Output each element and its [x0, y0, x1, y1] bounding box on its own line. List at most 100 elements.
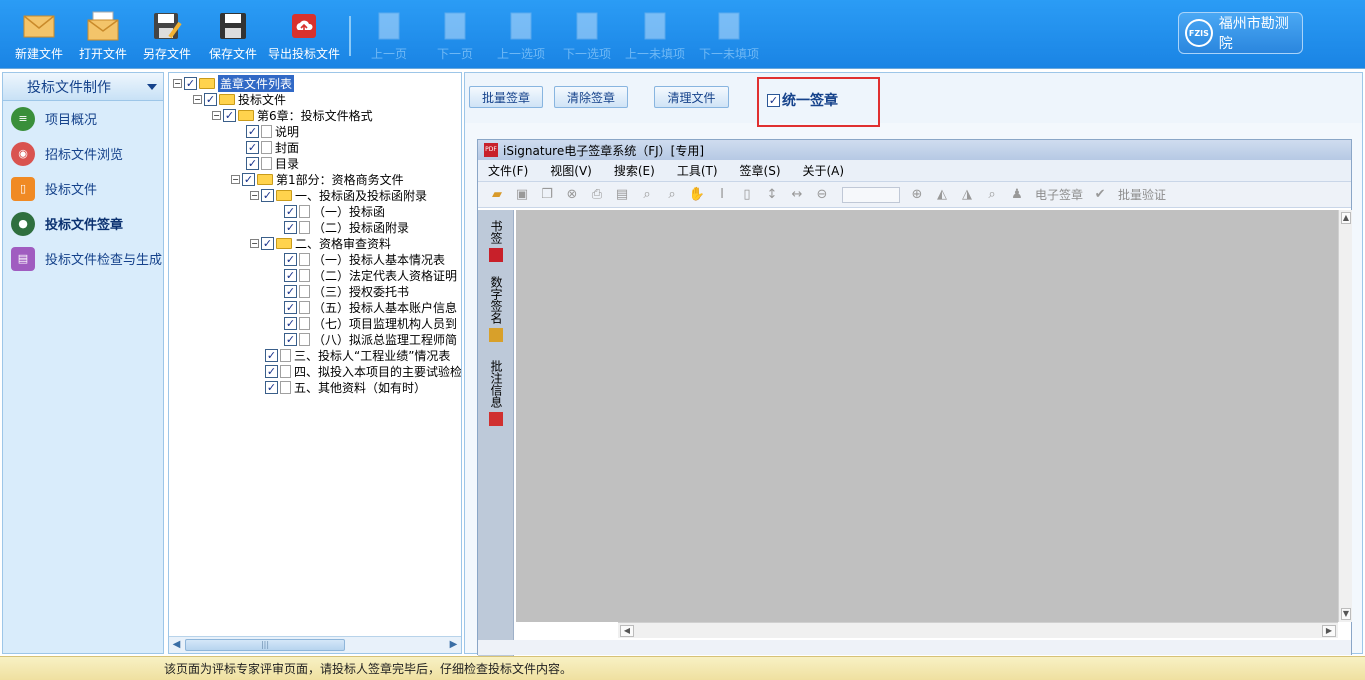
tree-checkbox[interactable]: ✓ — [265, 380, 278, 394]
sidebar-item-bid-file[interactable]: ▯ 投标文件 — [3, 171, 163, 206]
next-item-button[interactable]: 下一选项 — [554, 6, 620, 64]
tree-node-root[interactable]: − ✓ 盖章文件列表 — [173, 74, 295, 92]
menu-about[interactable]: 关于(A) — [803, 162, 845, 179]
tree-horizontal-scrollbar[interactable]: ◀ ||| ▶ — [169, 636, 461, 653]
zoom-in-icon[interactable]: ⊕ — [906, 186, 928, 204]
rotate-left-icon[interactable]: ◭ — [931, 186, 953, 204]
sidebar-header[interactable]: 投标文件制作 — [3, 73, 163, 101]
tree-checkbox[interactable]: ✓ — [284, 284, 297, 298]
tree-node[interactable]: ✓ （一）投标人基本情况表 — [284, 251, 445, 267]
sidebar-item-check-generate[interactable]: ▤ 投标文件检查与生成 — [3, 241, 163, 276]
menu-tools[interactable]: 工具(T) — [677, 162, 718, 179]
menu-sign[interactable]: 签章(S) — [740, 162, 781, 179]
tab-annotations[interactable]: 批注信息 — [488, 360, 505, 426]
tree-checkbox[interactable]: ✓ — [265, 364, 278, 378]
prev-page-button[interactable]: 上一页 — [356, 6, 422, 64]
tree-checkbox[interactable]: ✓ — [284, 300, 297, 314]
chevron-down-icon[interactable] — [147, 84, 157, 90]
tree-checkbox[interactable]: ✓ — [284, 220, 297, 234]
tree-checkbox[interactable]: ✓ — [204, 92, 217, 106]
tree-checkbox[interactable]: ✓ — [242, 172, 255, 186]
tree-node[interactable]: − ✓ 一、投标函及投标函附录 — [250, 187, 427, 203]
clear-sign-button[interactable]: 清除签章 — [554, 86, 628, 108]
open-folder-icon[interactable]: ▰ — [486, 186, 508, 204]
tree-node[interactable]: ✓ 说明 — [246, 123, 299, 139]
print-icon[interactable]: ⎙ — [586, 186, 608, 204]
batch-sign-button[interactable]: 批量签章 — [469, 86, 543, 108]
properties-icon[interactable]: ▤ — [611, 186, 633, 204]
menu-file[interactable]: 文件(F) — [488, 162, 528, 179]
tree-checkbox[interactable]: ✓ — [284, 316, 297, 330]
tree-node[interactable]: − ✓ 二、资格审查资料 — [250, 235, 391, 251]
clean-file-button[interactable]: 清理文件 — [654, 86, 729, 108]
fit-width-icon[interactable]: ↔ — [786, 186, 808, 204]
tree-node[interactable]: ✓ 五、其他资料（如有时） — [265, 379, 426, 395]
tree-node[interactable]: ✓ 封面 — [246, 139, 299, 155]
collapse-icon[interactable]: − — [193, 94, 202, 104]
scroll-thumb[interactable]: ||| — [185, 639, 345, 651]
new-file-button[interactable]: 新建文件 — [6, 6, 72, 64]
tree-checkbox[interactable]: ✓ — [265, 348, 278, 362]
tree-checkbox[interactable]: ✓ — [246, 156, 259, 170]
export-bid-button[interactable]: 导出投标文件 — [266, 6, 342, 64]
tree-checkbox[interactable]: ✓ — [261, 188, 274, 202]
tab-bookmarks[interactable]: 书签 — [488, 220, 505, 262]
save-icon[interactable]: ▣ — [511, 186, 533, 204]
scroll-left-icon[interactable]: ◀ — [620, 625, 634, 637]
tree-node[interactable]: ✓ （二）投标函附录 — [284, 219, 409, 235]
collapse-icon[interactable]: − — [212, 110, 221, 120]
viewer-vertical-scrollbar[interactable]: ▲ ▼ — [1338, 210, 1352, 622]
tree-node[interactable]: ✓ 目录 — [246, 155, 299, 171]
collapse-icon[interactable]: − — [250, 190, 259, 200]
stamp-icon[interactable]: ♟ — [1006, 186, 1028, 204]
prev-unfilled-button[interactable]: 上一未填项 — [620, 6, 690, 64]
tree-node[interactable]: − ✓ 第6章：投标文件格式 — [212, 107, 373, 123]
zoom-out-icon[interactable]: ⊖ — [811, 186, 833, 204]
tree-checkbox[interactable]: ✓ — [284, 268, 297, 282]
tree-checkbox[interactable]: ✓ — [284, 332, 297, 346]
open-file-button[interactable]: 打开文件 — [70, 6, 136, 64]
collapse-icon[interactable]: − — [250, 238, 259, 248]
tree-checkbox[interactable]: ✓ — [246, 124, 259, 138]
collapse-icon[interactable]: − — [173, 78, 182, 88]
scroll-right-icon[interactable]: ▶ — [447, 639, 460, 651]
sidebar-item-project-overview[interactable]: ≡ 项目概况 — [3, 101, 163, 136]
save-as-button[interactable]: 另存文件 — [134, 6, 200, 64]
rotate-right-icon[interactable]: ◮ — [956, 186, 978, 204]
tree-checkbox[interactable]: ✓ — [246, 140, 259, 154]
tree-checkbox[interactable]: ✓ — [184, 76, 197, 90]
batch-verify-button[interactable]: 批量验证 — [1118, 186, 1166, 203]
find-icon[interactable]: ⌕ — [636, 186, 658, 204]
copy-icon[interactable]: ❐ — [536, 186, 558, 204]
hand-icon[interactable]: ✋ — [686, 186, 708, 204]
sidebar-item-tender-browse[interactable]: ◉ 招标文件浏览 — [3, 136, 163, 171]
prev-item-button[interactable]: 上一选项 — [488, 6, 554, 64]
find-next-icon[interactable]: ⌕ — [661, 186, 683, 204]
next-unfilled-button[interactable]: 下一未填项 — [694, 6, 764, 64]
tree-checkbox[interactable]: ✓ — [223, 108, 236, 122]
text-select-icon[interactable]: I — [711, 186, 733, 204]
tree-node[interactable]: ✓ 三、投标人“工程业绩”情况表 — [265, 347, 450, 363]
document-canvas[interactable] — [516, 210, 1338, 622]
collapse-icon[interactable]: − — [231, 174, 240, 184]
tree-node[interactable]: − ✓ 投标文件 — [193, 91, 286, 107]
unify-sign-checkbox[interactable]: ✓ 统一签章 — [767, 90, 838, 110]
scroll-right-icon[interactable]: ▶ — [1322, 625, 1336, 637]
tree-checkbox[interactable]: ✓ — [284, 252, 297, 266]
tree-node[interactable]: ✓ （五）投标人基本账户信息 — [284, 299, 457, 315]
fit-page-icon[interactable]: ▯ — [736, 186, 758, 204]
tree-checkbox[interactable]: ✓ — [284, 204, 297, 218]
tree-node[interactable]: ✓ （二）法定代表人资格证明 — [284, 267, 457, 283]
fit-height-icon[interactable]: ↕ — [761, 186, 783, 204]
scroll-down-icon[interactable]: ▼ — [1341, 608, 1351, 620]
tree-node[interactable]: ✓ 四、拟投入本项目的主要试验检 — [265, 363, 461, 379]
close-icon[interactable]: ⊗ — [561, 186, 583, 204]
tree-node[interactable]: ✓ （三）授权委托书 — [284, 283, 409, 299]
unify-checkbox[interactable]: ✓ — [767, 93, 780, 107]
magnifier-icon[interactable]: ⌕ — [981, 186, 1003, 204]
tree-checkbox[interactable]: ✓ — [261, 236, 274, 250]
tree-node[interactable]: ✓ （七）项目监理机构人员到 — [284, 315, 457, 331]
tree-node[interactable]: ✓ （八）拟派总监理工程师简 — [284, 331, 457, 347]
scroll-up-icon[interactable]: ▲ — [1341, 212, 1351, 224]
scroll-left-icon[interactable]: ◀ — [170, 639, 183, 651]
